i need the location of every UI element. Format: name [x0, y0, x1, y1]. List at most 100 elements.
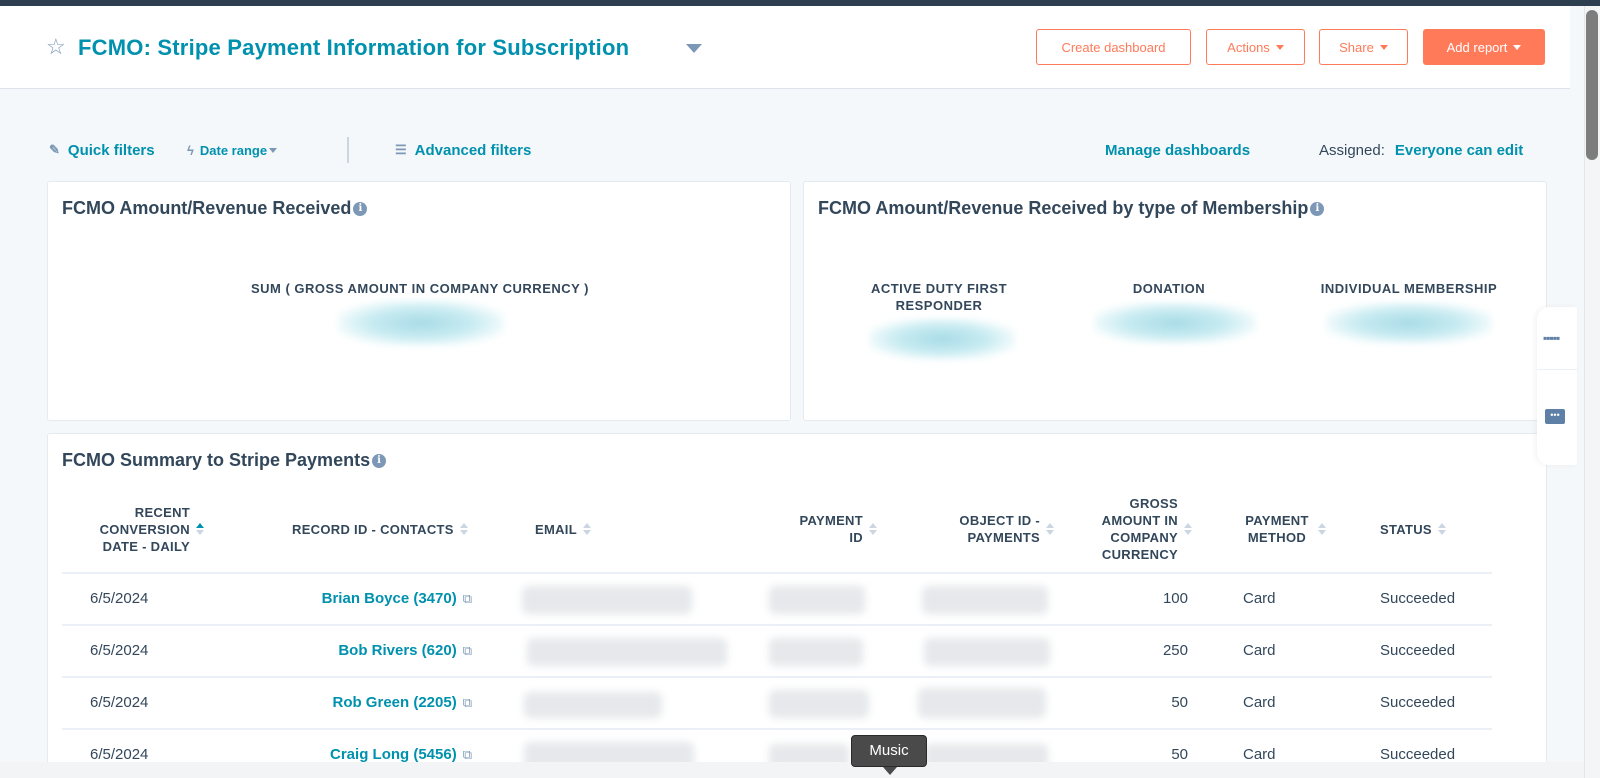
- cell-contact-link[interactable]: Rob Green (2205) ⧉: [332, 694, 472, 711]
- table-row: 6/5/2024 Rob Green (2205) ⧉ 50 Card Succe…: [62, 676, 1492, 728]
- card-title: FCMO Amount/Revenue Received i: [62, 198, 368, 219]
- column-label: GROSS AMOUNT IN COMPANY CURRENCY: [1101, 496, 1178, 562]
- column-label: OBJECT ID - PAYMENTS: [959, 513, 1040, 545]
- chat-icon[interactable]: •••: [1545, 409, 1565, 424]
- chevron-down-icon: [1379, 44, 1388, 50]
- info-icon[interactable]: i: [353, 201, 368, 216]
- manage-dashboards-label: Manage dashboards: [1105, 141, 1251, 159]
- info-icon[interactable]: i: [1310, 201, 1325, 216]
- external-link-icon: ⧉: [462, 590, 472, 606]
- share-button[interactable]: Share: [1319, 29, 1408, 65]
- cell-amount: 50: [1171, 746, 1188, 763]
- table-title: FCMO Summary to Stripe Payments: [62, 450, 371, 470]
- redacted-metric-value: [1094, 302, 1256, 344]
- filter-divider: [347, 137, 349, 163]
- cell-status: Succeeded: [1380, 642, 1456, 659]
- cell-contact-link[interactable]: Craig Long (5456) ⧉: [330, 746, 472, 763]
- page-bottom-edge: [0, 762, 1584, 778]
- metric-label-active-duty: ACTIVE DUTY FIRST RESPONDER: [870, 281, 1008, 313]
- share-label: Share: [1339, 39, 1374, 55]
- cell-amount: 100: [1162, 590, 1188, 607]
- quick-filters-button[interactable]: ✎ Quick filters: [49, 135, 155, 165]
- metric-label-individual-membership: INDIVIDUAL MEMBERSHIP: [1320, 281, 1498, 296]
- cell-status: Succeeded: [1380, 694, 1456, 711]
- date-range-dropdown[interactable]: ϟ Date range: [187, 135, 278, 165]
- sort-icon[interactable]: [582, 523, 591, 535]
- cell-payment-method: Card: [1243, 590, 1276, 607]
- chevron-down-icon: [1275, 44, 1284, 50]
- dashboard-switcher-chevron-icon[interactable]: [686, 44, 702, 53]
- cell-date: 6/5/2024: [90, 590, 149, 607]
- dashboard-header: ☆ FCMO: Stripe Payment Information for S…: [0, 6, 1570, 89]
- scrollbar-thumb[interactable]: [1586, 10, 1598, 160]
- assigned-info: Assigned: Everyone can edit: [1319, 135, 1523, 165]
- cell-amount: 250: [1162, 642, 1188, 659]
- redacted-email: [524, 692, 662, 718]
- cell-payment-method: Card: [1243, 746, 1276, 763]
- cell-date: 6/5/2024: [90, 694, 149, 711]
- dock-tooltip: Music: [851, 735, 927, 775]
- sort-icon[interactable]: [1184, 523, 1192, 535]
- column-label: RECORD ID - CONTACTS: [292, 521, 454, 537]
- column-header-date[interactable]: RECENT CONVERSION DATE - DAILY: [88, 486, 204, 572]
- metric-label-donation: DONATION: [1132, 281, 1206, 296]
- cell-payment-method: Card: [1243, 642, 1276, 659]
- info-icon[interactable]: i: [372, 453, 387, 468]
- quick-filters-label: Quick filters: [67, 141, 155, 159]
- favorite-star-icon[interactable]: ☆: [46, 36, 68, 58]
- contact-name: Rob Green (2205): [332, 694, 457, 711]
- sort-icon[interactable]: [196, 523, 204, 535]
- column-header-payment-method[interactable]: PAYMENT METHOD: [1242, 486, 1326, 572]
- add-report-button[interactable]: Add report: [1423, 29, 1545, 65]
- cell-status: Succeeded: [1380, 746, 1456, 763]
- widget-divider: [1537, 369, 1577, 370]
- keypad-grid-icon[interactable]: ▪▪▪▪▪: [1543, 331, 1560, 345]
- assigned-value-link[interactable]: Everyone can edit: [1395, 142, 1523, 159]
- cell-contact-link[interactable]: Brian Boyce (3470) ⧉: [322, 590, 472, 607]
- actions-button[interactable]: Actions: [1206, 29, 1305, 65]
- column-label: RECENT CONVERSION DATE - DAILY: [99, 504, 190, 554]
- metric-label: SUM ( GROSS AMOUNT IN COMPANY CURRENCY ): [250, 281, 590, 296]
- redacted-metric-value: [1326, 302, 1492, 344]
- column-label: PAYMENT METHOD: [1245, 513, 1309, 545]
- column-header-object-id[interactable]: OBJECT ID - PAYMENTS: [942, 486, 1054, 572]
- column-header-status[interactable]: STATUS: [1380, 486, 1446, 572]
- column-header-gross-amount[interactable]: GROSS AMOUNT IN COMPANY CURRENCY: [1092, 486, 1192, 572]
- cell-date: 6/5/2024: [90, 746, 149, 763]
- column-label: PAYMENT ID: [799, 513, 863, 545]
- revenue-card-title: FCMO Amount/Revenue Received: [62, 198, 352, 218]
- date-range-label: Date range: [199, 142, 268, 158]
- column-header-record-id[interactable]: RECORD ID - CONTACTS: [292, 486, 468, 572]
- column-header-email[interactable]: EMAIL: [535, 486, 591, 572]
- chevron-down-icon: [269, 147, 278, 153]
- chevron-down-icon: [1513, 44, 1522, 50]
- contact-name: Brian Boyce (3470): [321, 590, 457, 607]
- manage-dashboards-link[interactable]: Manage dashboards: [1105, 135, 1250, 165]
- external-link-icon: ⧉: [462, 642, 472, 658]
- table-header: RECENT CONVERSION DATE - DAILY RECORD ID…: [62, 486, 1492, 572]
- redacted-payment-id: [769, 586, 865, 614]
- redacted-email: [527, 638, 727, 666]
- sort-icon[interactable]: [459, 523, 468, 535]
- sort-icon[interactable]: [1437, 523, 1446, 535]
- create-dashboard-button[interactable]: Create dashboard: [1036, 29, 1191, 65]
- sort-icon[interactable]: [1046, 523, 1054, 535]
- add-report-label: Add report: [1446, 39, 1508, 55]
- create-dashboard-label: Create dashboard: [1061, 39, 1166, 55]
- sort-icon[interactable]: [869, 523, 877, 535]
- side-help-widget: ▪▪▪▪▪ •••: [1537, 307, 1577, 465]
- external-link-icon: ⧉: [462, 746, 472, 762]
- card-title: FCMO Amount/Revenue Received by type of …: [818, 198, 1325, 219]
- cell-date: 6/5/2024: [90, 642, 149, 659]
- redacted-email: [522, 586, 692, 614]
- redacted-object-id: [918, 688, 1046, 718]
- advanced-filters-label: Advanced filters: [414, 141, 532, 159]
- sort-icon[interactable]: [1318, 523, 1326, 535]
- advanced-filters-button[interactable]: ☰ Advanced filters: [395, 135, 531, 165]
- cell-payment-method: Card: [1243, 694, 1276, 711]
- revenue-received-card: FCMO Amount/Revenue Received i SUM ( GRO…: [47, 181, 791, 421]
- dashboard-title[interactable]: FCMO: Stripe Payment Information for Sub…: [78, 35, 629, 61]
- column-header-payment-id[interactable]: PAYMENT ID: [797, 486, 877, 572]
- cell-contact-link[interactable]: Bob Rivers (620) ⧉: [338, 642, 472, 659]
- membership-card-title: FCMO Amount/Revenue Received by type of …: [818, 198, 1309, 218]
